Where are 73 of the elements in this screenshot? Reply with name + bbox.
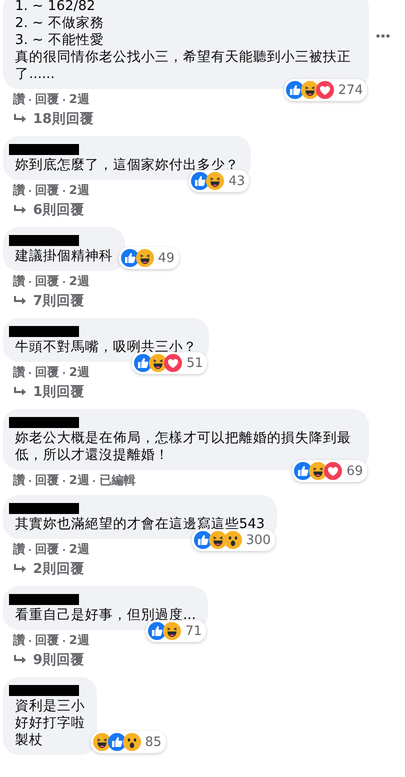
separator-dot [63,190,65,192]
comment-text: 製杖 [15,732,44,749]
reaction-count: 49 [158,250,175,266]
action-text: 2週 [69,542,90,557]
reaction-badge[interactable]: 69 [292,460,367,482]
comment-text: 好好打字啦 [15,715,85,732]
reaction-badge[interactable]: 274 [284,79,367,101]
action-link[interactable]: 回覆 [35,274,59,289]
reaction-badge[interactable]: 51 [132,352,207,374]
separator-dot [63,640,65,642]
action-link[interactable]: 讚 [13,365,25,380]
action-link[interactable]: 回覆 [35,473,59,488]
comment-text: 3. ~ 不能性愛 [15,32,105,49]
reaction-badge[interactable]: 300 [192,529,275,551]
separator-dot [29,372,31,374]
separator-dot [29,640,31,642]
reply-arrow-icon [13,205,27,216]
action-link[interactable]: 回覆 [35,183,59,198]
reaction-badge[interactable]: 71 [146,620,206,642]
action-text: 已編輯 [99,473,136,488]
action-text: 2週 [69,183,90,198]
action-link[interactable]: 回覆 [35,92,59,107]
more-options-icon[interactable] [376,34,390,38]
view-replies-link[interactable]: 1則回覆 [33,384,84,401]
view-replies-link[interactable]: 6則回覆 [33,202,84,219]
reaction-count: 71 [185,622,202,640]
comment-text: 1. ~ 162/82 [15,0,96,15]
reaction-count: 69 [346,462,363,480]
reaction-badge[interactable]: 85 [91,731,166,753]
reaction-count: 85 [145,734,162,750]
action-text: 2週 [69,365,90,380]
reply-arrow-icon [13,114,27,125]
view-replies-link[interactable]: 9則回覆 [33,652,84,669]
separator-dot [29,480,31,482]
separator-dot [63,372,65,374]
reaction-count: 51 [186,354,203,372]
view-replies-link[interactable]: 7則回覆 [33,293,84,310]
separator-dot [63,98,65,100]
separator-dot [29,280,31,282]
separator-dot [29,548,31,550]
action-text: 2週 [69,92,90,107]
reply-arrow-icon [13,296,27,307]
reaction-badge[interactable]: 49 [119,247,179,269]
action-link[interactable]: 回覆 [35,542,59,557]
separator-dot [93,480,96,482]
reaction-badge[interactable]: 43 [189,170,249,192]
separator-dot [29,98,31,100]
reaction-count: 274 [338,82,363,98]
action-link[interactable]: 回覆 [35,365,59,380]
action-link[interactable]: 讚 [13,473,25,488]
action-text: 2週 [69,274,90,289]
view-replies-link[interactable]: 18則回覆 [33,111,94,128]
action-link[interactable]: 讚 [13,183,25,198]
action-text: 2週 [69,633,90,648]
view-replies-link[interactable]: 2則回覆 [33,561,84,578]
separator-dot [63,280,65,282]
reply-arrow-icon [13,655,27,666]
action-link[interactable]: 讚 [13,92,25,107]
action-link[interactable]: 讚 [13,542,25,557]
separator-dot [63,548,65,550]
reaction-count: 300 [246,532,271,548]
separator-dot [63,480,65,482]
action-link[interactable]: 回覆 [35,633,59,648]
reaction-count: 43 [228,172,245,190]
action-text: 2週 [69,473,90,488]
reply-arrow-icon [13,387,27,398]
action-link[interactable]: 讚 [13,274,25,289]
comment-text: 2. ~ 不做家務 [15,15,105,32]
comment-text: 建議掛個精神科 [15,248,113,265]
comment-text: 資利是三小 [15,698,85,715]
separator-dot [29,190,31,192]
reply-arrow-icon [13,564,27,575]
action-link[interactable]: 讚 [13,633,25,648]
